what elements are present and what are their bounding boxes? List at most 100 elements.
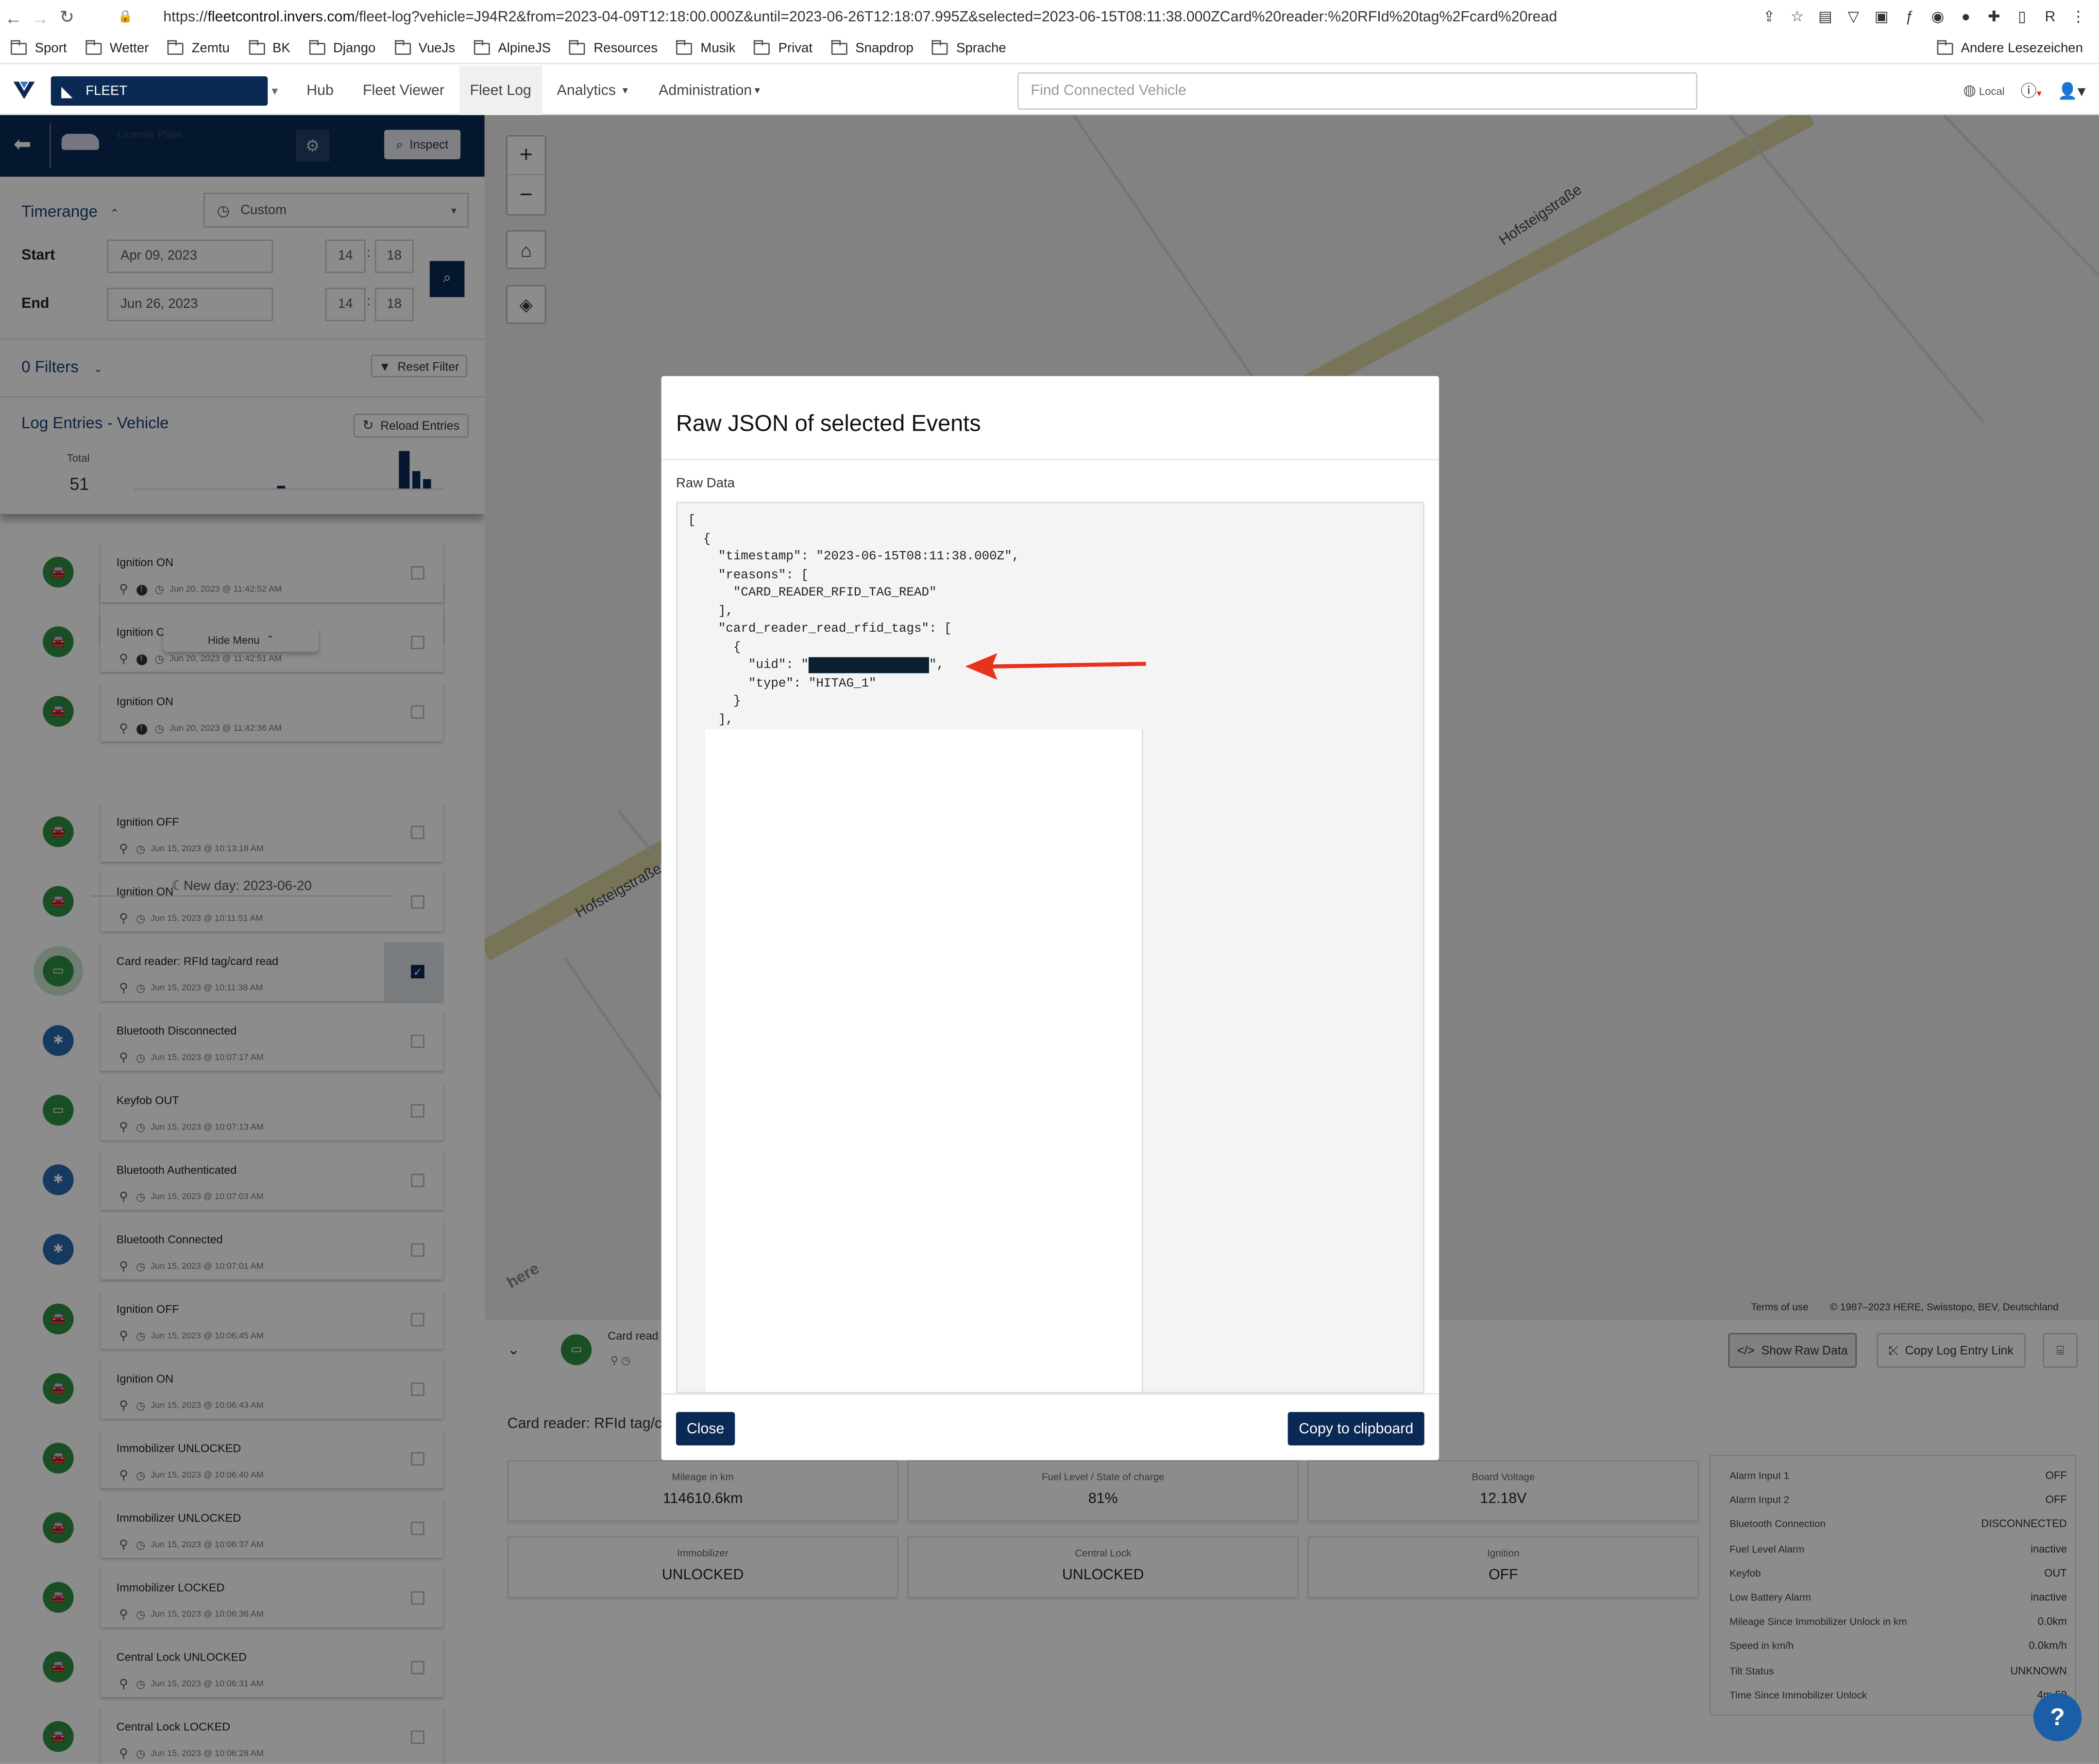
bookmark-item[interactable]: Wetter [85,40,149,56]
copy-to-clipboard-button[interactable]: Copy to clipboard [1287,1412,1424,1445]
folder-icon [168,40,184,55]
bookmark-item[interactable]: Sprache [932,40,1006,56]
bookmark-item[interactable]: VueJs [394,40,456,56]
raw-data-label: Raw Data [676,476,735,491]
red-arrow-annotation [965,653,1146,680]
nav-fleet-log-label: Fleet Log [470,82,531,99]
close-button[interactable]: Close [676,1412,735,1445]
back-icon[interactable]: ← [0,7,27,27]
bookmark-item[interactable]: Resources [569,40,658,56]
bookmark-label: Sprache [956,41,1006,56]
bookmark-other[interactable]: Andere Lesezeichen [1936,40,2083,56]
bookmark-label: Resources [593,41,658,56]
chevron-down-icon: ▾ [754,84,760,97]
bookmark-label: Zemtu [191,41,230,56]
bookmark-label: Privat [778,41,813,56]
folder-icon [394,40,411,55]
extensions-bar: ⇪ ☆ ▤ ▽ ▣ ƒ ◉ ● ✚ ▯ R ⋮ [1759,7,2088,27]
fleet-selector[interactable]: ◣ FLEET [51,76,268,106]
forward-icon[interactable]: → [27,7,53,27]
share-icon[interactable]: ⇪ [1759,7,1779,27]
vehicle-search-input[interactable]: Find Connected Vehicle [1017,72,1698,110]
folder-icon [85,40,102,55]
font-icon[interactable]: ƒ [1899,7,1919,27]
address-bar[interactable]: https://fleetcontrol.invers.com/fleet-lo… [163,9,1703,25]
reader-icon[interactable]: ▤ [1815,7,1835,27]
bookmark-label: AlpineJS [498,41,551,56]
redacted-uid-block [808,657,929,673]
code-line: ], [688,711,733,726]
color-icon[interactable]: ● [1956,7,1976,27]
profile-icon[interactable]: R [2040,7,2060,27]
nav-fleet-log[interactable]: Fleet Log [459,66,542,116]
invers-logo-icon[interactable] [11,79,37,102]
vehicle-search-placeholder: Find Connected Vehicle [1031,83,1186,99]
code-line: [ [688,512,696,528]
puzzle-icon[interactable]: ✚ [1984,7,2004,27]
folder-icon [932,40,948,55]
raw-json-content: [ { "timestamp": "2023-06-15T08:11:38.00… [688,511,1019,728]
folder-icon [676,40,693,55]
image-icon[interactable]: ▣ [1871,7,1891,27]
reload-icon[interactable]: ↻ [53,7,80,28]
bookmark-item[interactable]: Zemtu [168,40,230,56]
nav-fleet-viewer-label: Fleet Viewer [362,82,444,99]
folder-icon [474,40,490,55]
bookmarks-bar: Sport Wetter Zemtu BK Django VueJs AlpineJS Res… [0,34,2099,65]
star-icon[interactable]: ☆ [1787,7,1807,27]
chevron-down-icon[interactable]: ▾ [272,84,278,99]
folder-icon [569,40,586,55]
bookmark-item[interactable]: BK [248,40,290,56]
bookmark-label: VueJs [418,41,456,56]
bookmark-item[interactable]: Musik [676,40,736,56]
locale-selector[interactable]: ◍ Local [1963,82,2004,99]
modal-header-divider [661,459,1439,461]
bookmark-label: Sport [34,41,67,56]
modal-footer-divider [661,1393,1439,1395]
folder-icon [309,40,325,55]
bookmark-item[interactable]: Sport [11,40,67,56]
sidebar-icon[interactable]: ▯ [2012,7,2032,27]
folder-icon [11,40,27,55]
code-line: "timestamp": "2023-06-15T08:11:38.000Z", [688,549,1020,564]
url-path: /fleet-log?vehicle=J94R2&from=2023-04-09… [355,9,1557,26]
blank-overlay-region [705,729,1143,1392]
url-prefix: https:// [163,9,208,26]
nav-hub-label: Hub [306,82,334,99]
bookmark-item[interactable]: Django [309,40,375,56]
info-icon[interactable]: ⓘ▾ [2021,79,2042,102]
code-line: "reasons": [ [688,567,809,582]
modal-title: Raw JSON of selected Events [676,411,981,437]
folder-icon [248,40,265,55]
folder-icon [754,40,771,55]
nav-analytics-label: Analytics [557,82,616,99]
locale-label: Local [1979,85,2005,98]
lock-icon: 🔒 [118,9,133,23]
nav-analytics[interactable]: Analytics ▾ [557,66,628,115]
bookmark-label: Musik [700,41,736,56]
more-icon[interactable]: ⋮ [2068,7,2088,27]
code-line: { [688,530,711,546]
code-line: } [688,693,741,708]
nav-fleet-viewer[interactable]: Fleet Viewer [363,66,444,115]
bookmark-label: BK [272,41,290,56]
bookmark-list: Sport Wetter Zemtu BK Django VueJs AlpineJS Res… [0,40,1014,56]
code-line: ], [688,603,733,618]
help-chat-icon[interactable]: ? [2033,1693,2082,1742]
fleet-label: FLEET [85,84,128,99]
chevron-down-icon: ▾ [622,84,628,97]
bookmark-item[interactable]: Privat [754,40,813,56]
code-line: "card_reader_read_rfid_tags": [ [688,621,952,636]
code-line: "CARD_READER_RFID_TAG_READ" [688,585,937,600]
nav-hub[interactable]: Hub [306,66,334,115]
nav-administration[interactable]: Administration ▾ [659,66,760,115]
password-icon[interactable]: ◉ [1928,7,1947,27]
raw-json-textarea[interactable]: [ { "timestamp": "2023-06-15T08:11:38.00… [676,502,1424,1394]
user-icon[interactable]: 👤▾ [2058,81,2086,100]
bookmark-other-label: Andere Lesezeichen [1961,41,2083,56]
bookmark-item[interactable]: AlpineJS [474,40,551,56]
bookmark-item[interactable]: Snapdrop [831,40,914,56]
vue-icon[interactable]: ▽ [1844,7,1863,27]
nav-administration-label: Administration [659,82,752,99]
bookmark-label: Wetter [109,41,149,56]
